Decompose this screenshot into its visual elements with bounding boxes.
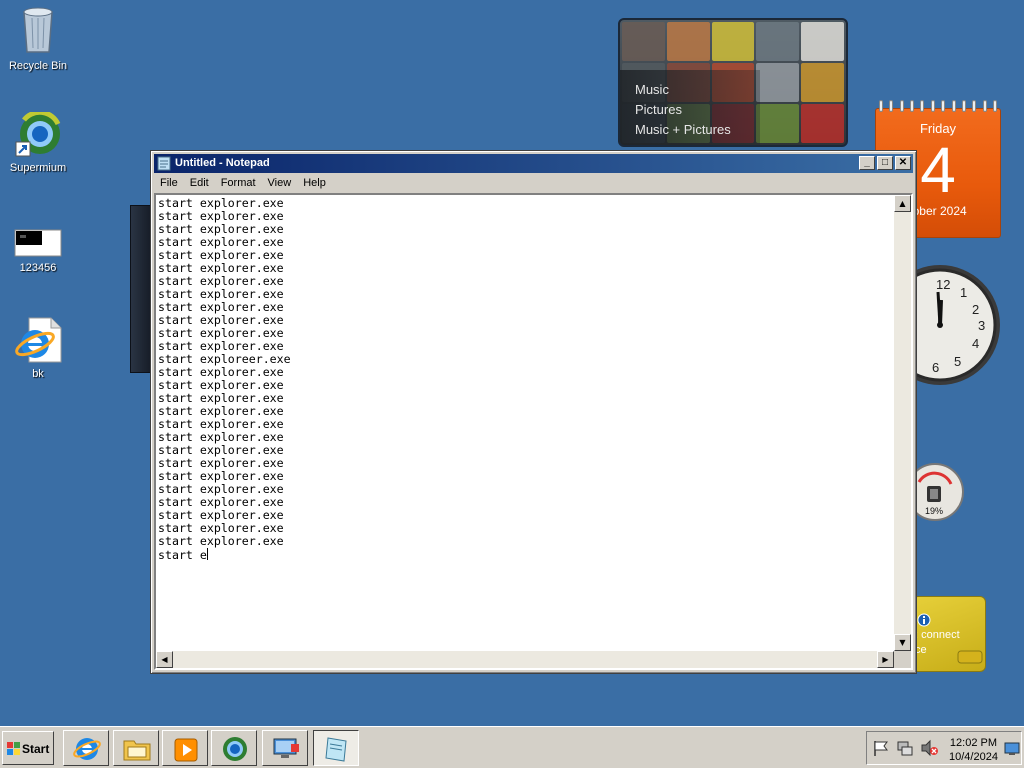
- network-icon[interactable]: [896, 739, 914, 757]
- action-center-flag-icon[interactable]: [872, 739, 890, 757]
- menu-bar: File Edit Format View Help: [154, 174, 913, 193]
- clock-number-5: 5: [954, 354, 961, 369]
- weather-status-line1: : connect: [915, 629, 960, 641]
- scroll-right-button[interactable]: ▶: [877, 651, 894, 668]
- scroll-down-button[interactable]: ▼: [894, 634, 911, 651]
- taskbar-internet-explorer[interactable]: [63, 730, 109, 766]
- start-button[interactable]: Start: [2, 731, 54, 765]
- file-explorer-icon: [123, 740, 151, 761]
- menu-view[interactable]: View: [262, 174, 298, 193]
- window-title: Untitled - Notepad: [175, 157, 270, 169]
- media-center-gadget[interactable]: Music Pictures Music + Pictures: [618, 18, 848, 147]
- desktop-icon-bk[interactable]: bk: [0, 316, 76, 380]
- taskbar: Start 12:02 PM 10/4/2024: [0, 726, 1024, 768]
- taskbar-clock[interactable]: 12:02 PM 10/4/2024: [949, 736, 998, 764]
- clock-hour-hand: [938, 299, 943, 326]
- show-desktop-icon[interactable]: [1004, 741, 1020, 757]
- clock-number-12: 12: [936, 277, 950, 292]
- media-player-icon: [174, 738, 198, 762]
- system-tray: 12:02 PM 10/4/2024: [866, 731, 1022, 765]
- desktop-icon-label: 123456: [19, 262, 57, 274]
- menu-help[interactable]: Help: [297, 174, 332, 193]
- calendar-binding-rings: [877, 100, 999, 112]
- text-line: start explorer.exe: [158, 534, 284, 548]
- clock-date: 10/4/2024: [949, 751, 998, 763]
- desktop-icon-supermium[interactable]: Supermium: [0, 112, 76, 174]
- editor-text-content[interactable]: start explorer.exe start explorer.exe star…: [158, 197, 893, 650]
- resize-grip[interactable]: [894, 651, 911, 668]
- media-option-music-pictures[interactable]: Music + Pictures: [635, 122, 731, 137]
- media-option-music[interactable]: Music: [635, 82, 669, 97]
- desktop-icon-recycle-bin[interactable]: Recycle Bin: [0, 6, 76, 72]
- notepad-window[interactable]: Untitled - Notepad _ □ ✕ File Edit Forma…: [150, 150, 917, 674]
- clock-number-3: 3: [978, 318, 985, 333]
- media-option-pictures[interactable]: Pictures: [635, 102, 682, 117]
- scroll-up-button[interactable]: ▲: [894, 195, 911, 212]
- desktop-icon-label: Recycle Bin: [8, 60, 68, 72]
- maximize-button[interactable]: □: [877, 156, 893, 170]
- close-button[interactable]: ✕: [895, 156, 911, 170]
- desktop-icon-label: Supermium: [9, 162, 67, 174]
- scroll-left-button[interactable]: ◀: [156, 651, 173, 668]
- notepad-icon: [157, 156, 171, 171]
- internet-explorer-icon: [73, 738, 101, 760]
- notepad-titlebar[interactable]: Untitled - Notepad _ □ ✕: [154, 154, 913, 173]
- taskbar-media-player[interactable]: [162, 730, 208, 766]
- start-label: Start: [22, 742, 50, 756]
- menu-file[interactable]: File: [154, 174, 184, 193]
- text-caret: [206, 548, 208, 560]
- clock-number-2: 2: [972, 302, 979, 317]
- text-line: start e: [158, 548, 208, 562]
- text-editor-area[interactable]: start explorer.exe start explorer.exe star…: [154, 193, 913, 670]
- horizontal-scrollbar[interactable]: ◀ ▶: [156, 651, 894, 668]
- minimize-button[interactable]: _: [859, 156, 875, 170]
- volume-muted-icon[interactable]: [920, 739, 938, 757]
- taskbar-notepad[interactable]: [313, 730, 359, 766]
- vertical-scrollbar[interactable]: ▲ ▼: [894, 195, 911, 651]
- weather-gadget[interactable]: : connect ce: [912, 596, 986, 672]
- menu-format[interactable]: Format: [215, 174, 262, 193]
- windows-flag-icon: [7, 742, 20, 755]
- recycle-bin-icon: [23, 7, 53, 53]
- info-icon: [917, 613, 931, 627]
- desktop-icon-label: bk: [32, 368, 44, 380]
- supermium-browser-icon: [15, 112, 61, 157]
- taskbar-file-explorer[interactable]: [113, 730, 159, 766]
- weather-decoration-icon: [957, 650, 983, 664]
- supermium-browser-icon: [223, 737, 247, 761]
- taskbar-supermium[interactable]: [211, 730, 257, 766]
- taskbar-network-computer[interactable]: [262, 730, 308, 766]
- desktop-icon-123456[interactable]: 123456: [0, 228, 76, 274]
- notepad-icon: [325, 737, 347, 762]
- cpu-usage-value: 19%: [925, 506, 943, 516]
- internet-explorer-icon: [15, 317, 62, 363]
- network-computer-icon: [273, 738, 299, 758]
- image-file-icon: [14, 229, 62, 257]
- clock-number-1: 1: [960, 285, 967, 300]
- menu-edit[interactable]: Edit: [184, 174, 215, 193]
- clock-number-4: 4: [972, 336, 979, 351]
- clock-time: 12:02 PM: [949, 737, 998, 749]
- clock-number-6: 6: [932, 360, 939, 375]
